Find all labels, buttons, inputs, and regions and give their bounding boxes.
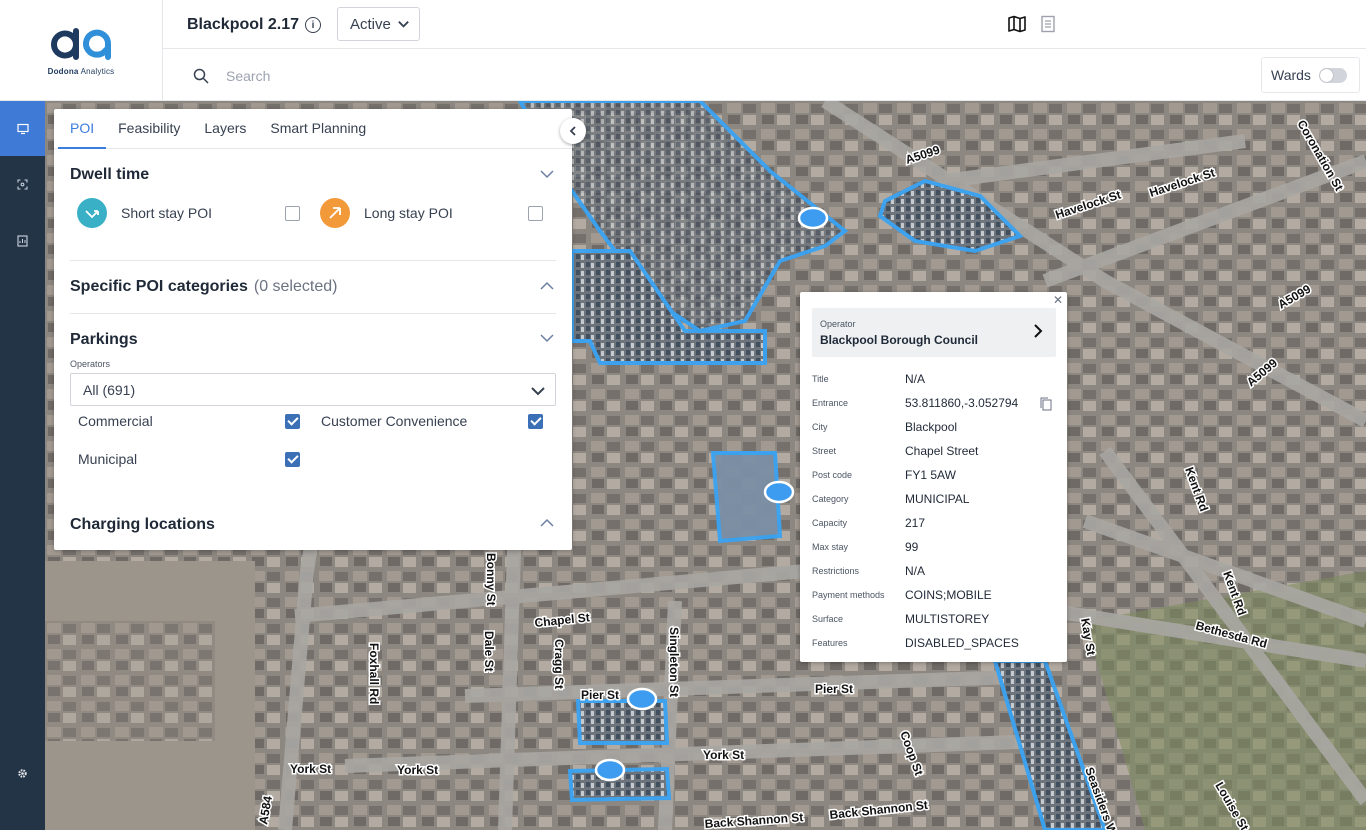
long-stay-checkbox[interactable] xyxy=(528,206,543,221)
municipal-label: Municipal xyxy=(78,451,138,467)
street-label-pier-1: Pier St xyxy=(581,688,619,702)
detail-row-category: Category MUNICIPAL xyxy=(812,492,970,506)
detail-row-entrance: Entrance 53.811860,-3.052794 xyxy=(812,396,1019,410)
search-input[interactable] xyxy=(226,62,626,90)
specific-poi-count: (0 selected) xyxy=(253,278,338,295)
detail-row-capacity: Capacity 217 xyxy=(812,516,926,530)
long-stay-row: Long stay POI xyxy=(320,198,453,228)
long-stay-icon xyxy=(320,198,350,228)
specific-poi-heading[interactable]: Specific POI categories (0 selected) xyxy=(70,278,337,296)
commercial-checkbox[interactable] xyxy=(285,414,300,429)
poi-panel: POI Feasibility Layers Smart Planning Dw… xyxy=(54,109,572,550)
chevron-up-icon[interactable] xyxy=(540,516,554,530)
dwell-time-heading[interactable]: Dwell time xyxy=(70,166,149,184)
focus-icon xyxy=(17,179,28,190)
parking-info-popup: ✕ Operator Blackpool Borough Council Tit… xyxy=(800,292,1067,662)
logo-mark-icon xyxy=(51,28,112,60)
street-label-dale: Dale St xyxy=(482,631,496,672)
detail-row-restrictions: Restrictions N/A xyxy=(812,564,926,578)
parkings-heading[interactable]: Parkings xyxy=(70,331,138,349)
wards-toggle[interactable] xyxy=(1318,67,1347,83)
charging-locations-heading[interactable]: Charging locations xyxy=(70,516,215,534)
page-title-text: Blackpool 2.17 xyxy=(187,16,300,33)
document-icon[interactable] xyxy=(1040,15,1056,33)
detail-row-postcode: Post code FY1 5AW xyxy=(812,468,956,482)
street-label-york-2: York St xyxy=(397,763,438,777)
divider xyxy=(70,313,556,314)
chevron-down-icon xyxy=(531,387,545,396)
operator-value: Blackpool Borough Council xyxy=(820,333,978,347)
map-icon[interactable] xyxy=(1008,15,1026,33)
sidebar-settings-button[interactable] xyxy=(0,746,45,801)
operators-select[interactable]: All (691) xyxy=(70,373,556,406)
status-select[interactable]: Active xyxy=(337,7,420,41)
sidebar-report-button[interactable] xyxy=(0,213,45,268)
left-sidebar xyxy=(0,101,45,830)
collapse-panel-button[interactable] xyxy=(560,118,586,144)
chevron-left-icon xyxy=(569,126,576,136)
operators-label: Operators xyxy=(70,359,111,369)
short-stay-row: Short stay POI xyxy=(77,198,212,228)
street-label-york-1: York St xyxy=(290,762,331,776)
detail-row-street: Street Chapel Street xyxy=(812,444,979,458)
short-stay-icon xyxy=(77,198,107,228)
status-value: Active xyxy=(350,15,391,33)
street-label-cragg: Cragg St xyxy=(552,639,566,689)
commercial-label: Commercial xyxy=(78,413,153,429)
detail-row-payment: Payment methods COINS;MOBILE xyxy=(812,588,992,602)
wards-toggle-box[interactable]: Wards xyxy=(1261,57,1360,93)
tab-poi[interactable]: POI xyxy=(58,109,107,149)
sidebar-focus-button[interactable] xyxy=(0,157,45,212)
info-icon[interactable]: i xyxy=(305,17,322,33)
specific-poi-title: Specific POI categories xyxy=(70,278,248,295)
short-stay-label: Short stay POI xyxy=(121,205,213,221)
tab-layers[interactable]: Layers xyxy=(192,109,258,149)
chevron-down-icon[interactable] xyxy=(540,331,554,345)
panel-tabs: POI Feasibility Layers Smart Planning xyxy=(54,109,572,149)
long-stay-label: Long stay POI xyxy=(364,205,453,221)
detail-row-max-stay: Max stay 99 xyxy=(812,540,919,554)
chevron-up-icon[interactable] xyxy=(540,279,554,293)
page-title: Blackpool 2.17 i xyxy=(187,16,322,34)
customer-convenience-label: Customer Convenience xyxy=(321,413,468,429)
header-divider xyxy=(163,48,1366,49)
chevron-down-icon[interactable] xyxy=(540,167,554,181)
sidebar-monitor-button[interactable] xyxy=(0,101,45,156)
detail-row-features: Features DISABLED_SPACES xyxy=(812,636,1019,650)
chevron-down-icon xyxy=(398,20,409,28)
short-stay-checkbox[interactable] xyxy=(285,206,300,221)
operator-card[interactable]: Operator Blackpool Borough Council xyxy=(812,308,1056,357)
street-label-singleton: Singleton St xyxy=(667,627,681,697)
copy-icon[interactable] xyxy=(1040,397,1052,411)
divider xyxy=(70,260,556,261)
logo[interactable]: Dodona Analytics xyxy=(0,0,163,101)
close-icon[interactable]: ✕ xyxy=(1053,293,1063,307)
detail-row-city: City Blackpool xyxy=(812,420,958,434)
search-icon xyxy=(193,68,209,84)
wards-label: Wards xyxy=(1271,67,1311,83)
street-label-york-3: York St xyxy=(703,748,744,762)
street-label-pier-2: Pier St xyxy=(815,682,853,696)
top-bar: Dodona Analytics Blackpool 2.17 i Active… xyxy=(0,0,1366,101)
street-label-bonny: Bonny St xyxy=(484,553,498,606)
customer-convenience-checkbox[interactable] xyxy=(528,414,543,429)
detail-row-title: Title N/A xyxy=(812,372,926,386)
report-icon xyxy=(17,234,28,247)
monitor-icon xyxy=(16,123,29,134)
municipal-checkbox[interactable] xyxy=(285,452,300,467)
tab-smart-planning[interactable]: Smart Planning xyxy=(258,109,378,149)
gear-icon xyxy=(18,769,27,778)
street-label-foxhall: Foxhall Rd xyxy=(367,643,381,704)
operators-value: All (691) xyxy=(83,381,136,398)
operator-label: Operator xyxy=(820,319,856,329)
logo-text: Dodona Analytics xyxy=(47,67,115,76)
detail-row-surface: Surface MULTISTOREY xyxy=(812,612,990,626)
chevron-right-icon xyxy=(1034,324,1043,338)
tab-feasibility[interactable]: Feasibility xyxy=(106,109,192,149)
